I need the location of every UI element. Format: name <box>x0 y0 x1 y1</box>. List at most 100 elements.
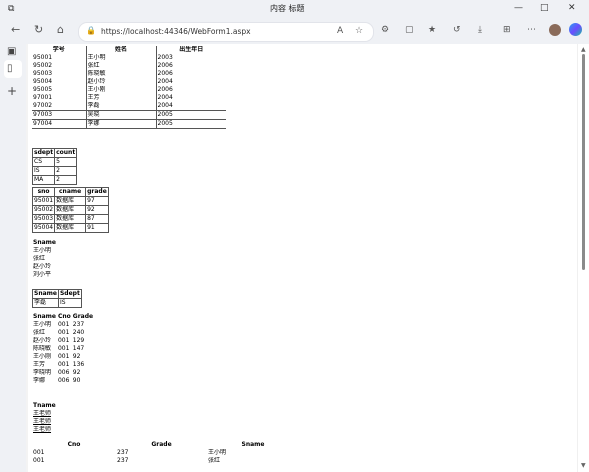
scroll-up-icon[interactable]: ▲ <box>581 46 586 53</box>
window-title: 内容 标题 <box>270 4 305 13</box>
cell: 2006 <box>157 70 173 77</box>
address-url[interactable]: https://localhost:44346/WebForm1.aspx <box>101 27 251 36</box>
table-row: CS 5 <box>31 157 78 167</box>
grid-sname-list: Sname 王小明 张红 赵小玲 刘小平 <box>32 239 57 279</box>
vertical-scrollbar[interactable]: ▲ ▼ <box>577 44 589 472</box>
cell: 张红 <box>86 62 157 70</box>
profile-avatar[interactable] <box>549 24 561 36</box>
cell: 王小明 <box>208 449 227 456</box>
favorites-icon[interactable]: ★ <box>428 25 436 35</box>
page-tab-icon[interactable]: ▯ <box>7 63 13 74</box>
cell: 97003 <box>32 110 87 120</box>
address-bar[interactable]: 🔒 https://localhost:44346/WebForm1.aspx … <box>78 22 374 42</box>
cell: 2005 <box>156 119 226 129</box>
grid2-header-count: count <box>54 148 78 158</box>
grid-dept-count: sdept count CS 5 IS 2 MA 2 <box>31 148 78 185</box>
cell: 2004 <box>157 78 173 85</box>
table-row: 97003 吴晓 2005 <box>32 110 226 120</box>
table-row: 陈晓敏 001 147 <box>32 345 94 353</box>
table-row: 95002 数据库 92 <box>31 205 109 215</box>
table-row: 95004 赵小玲 2004 <box>32 78 226 86</box>
table-row: 95001 数据库 97 <box>31 196 109 206</box>
table-row: 001 237 王小明 <box>32 449 299 457</box>
cell: 92 <box>72 353 81 360</box>
grid8-header-cno: Cno <box>67 441 81 448</box>
cell: 97002 <box>32 102 87 111</box>
cell: 95002 <box>31 205 56 215</box>
cell: 240 <box>72 329 85 336</box>
cell: MA <box>31 175 56 185</box>
cell: 001 <box>33 449 45 456</box>
copilot-icon[interactable] <box>569 23 582 36</box>
cell: 237 <box>72 321 85 328</box>
grid-cno-grade-sname: Cno Grade Sname 001 237 王小明 001 237 张红 <box>32 441 299 465</box>
lock-icon[interactable]: 🔒 <box>86 26 96 35</box>
scroll-down-icon[interactable]: ▼ <box>581 462 586 469</box>
grid8-header-grade: Grade <box>151 441 172 448</box>
browser-toolbar: ← ↻ ⌂ 🔒 https://localhost:44346/WebForm1… <box>0 18 589 44</box>
more-menu-icon[interactable]: ⋯ <box>527 25 536 35</box>
workspaces-icon[interactable]: ⧉ <box>8 4 14 14</box>
cell: 李晓明 <box>33 369 52 376</box>
table-row: 97004 李娜 2005 <box>32 119 226 129</box>
cell: 王小明 <box>86 54 157 62</box>
cell: 2004 <box>157 102 173 109</box>
maximize-button[interactable]: □ <box>540 3 549 13</box>
table-row: 张红 <box>32 255 57 263</box>
back-icon[interactable]: ← <box>11 24 20 36</box>
home-icon[interactable]: ⌂ <box>57 24 64 36</box>
cell: 王小明 <box>33 247 52 254</box>
table-row: IS 2 <box>31 166 78 176</box>
cell: IS <box>31 166 56 176</box>
table-row: 张红 001 240 <box>32 329 94 337</box>
cell: 王小明 <box>33 321 52 328</box>
cell: 237 <box>117 457 129 464</box>
grid3-header-cname: cname <box>54 187 87 197</box>
cell: 张红 <box>33 255 46 262</box>
table-row: MA 2 <box>31 175 78 185</box>
new-tab-icon[interactable]: + <box>7 84 17 98</box>
table-row[interactable]: 王老师 <box>32 426 57 434</box>
cell: 赵小玲 <box>33 337 52 344</box>
cell: 95002 <box>32 62 87 70</box>
cell: 001 <box>57 345 70 352</box>
grid6-header-sname: Sname <box>33 313 56 320</box>
cell: 2 <box>54 166 78 176</box>
tname-link[interactable]: 王老师 <box>32 410 57 418</box>
cell: 97004 <box>32 119 87 129</box>
tname-link[interactable]: 王老师 <box>32 426 57 434</box>
minimize-button[interactable]: — <box>514 3 523 13</box>
cell: 136 <box>72 361 85 368</box>
cell: 2 <box>54 175 78 185</box>
tname-link[interactable]: 王老师 <box>32 418 57 426</box>
collections-icon[interactable]: ⊞ <box>503 25 511 35</box>
vertical-tabs-sidebar: ▣ ▯ + <box>0 44 26 472</box>
close-button[interactable]: ✕ <box>568 3 576 13</box>
favorite-star-icon[interactable]: ☆ <box>355 26 363 36</box>
extensions-icon[interactable]: ⚙ <box>381 25 389 35</box>
split-screen-icon[interactable]: ▢ <box>405 25 414 35</box>
cell: 147 <box>72 345 85 352</box>
table-row: 赵小玲 001 129 <box>32 337 94 345</box>
table-row[interactable]: 王老师 <box>32 410 57 418</box>
table-row[interactable]: 王老师 <box>32 418 57 426</box>
cell: 90 <box>72 377 81 384</box>
cell: 129 <box>72 337 85 344</box>
read-aloud-icon[interactable]: A <box>337 26 343 36</box>
grid1-header-name: 姓名 <box>86 46 157 54</box>
cell: 95001 <box>32 54 87 62</box>
cell: 陈晓敏 <box>33 345 52 352</box>
grid4-header-sname: Sname <box>33 239 56 246</box>
cell: 2006 <box>157 86 173 93</box>
history-icon[interactable]: ↺ <box>453 25 461 35</box>
cell: 2006 <box>157 62 173 69</box>
scrollbar-thumb[interactable] <box>582 54 585 270</box>
downloads-icon[interactable]: ⤓ <box>478 25 482 35</box>
cell: 95003 <box>31 214 56 224</box>
cell: 李娜 <box>33 377 46 384</box>
cell: 数据库 <box>54 205 87 215</box>
tab-actions-icon[interactable]: ▣ <box>7 46 16 57</box>
refresh-icon[interactable]: ↻ <box>34 24 43 36</box>
table-row: 97002 李磊 2004 <box>32 102 226 111</box>
cell: 李磊 <box>32 298 59 308</box>
